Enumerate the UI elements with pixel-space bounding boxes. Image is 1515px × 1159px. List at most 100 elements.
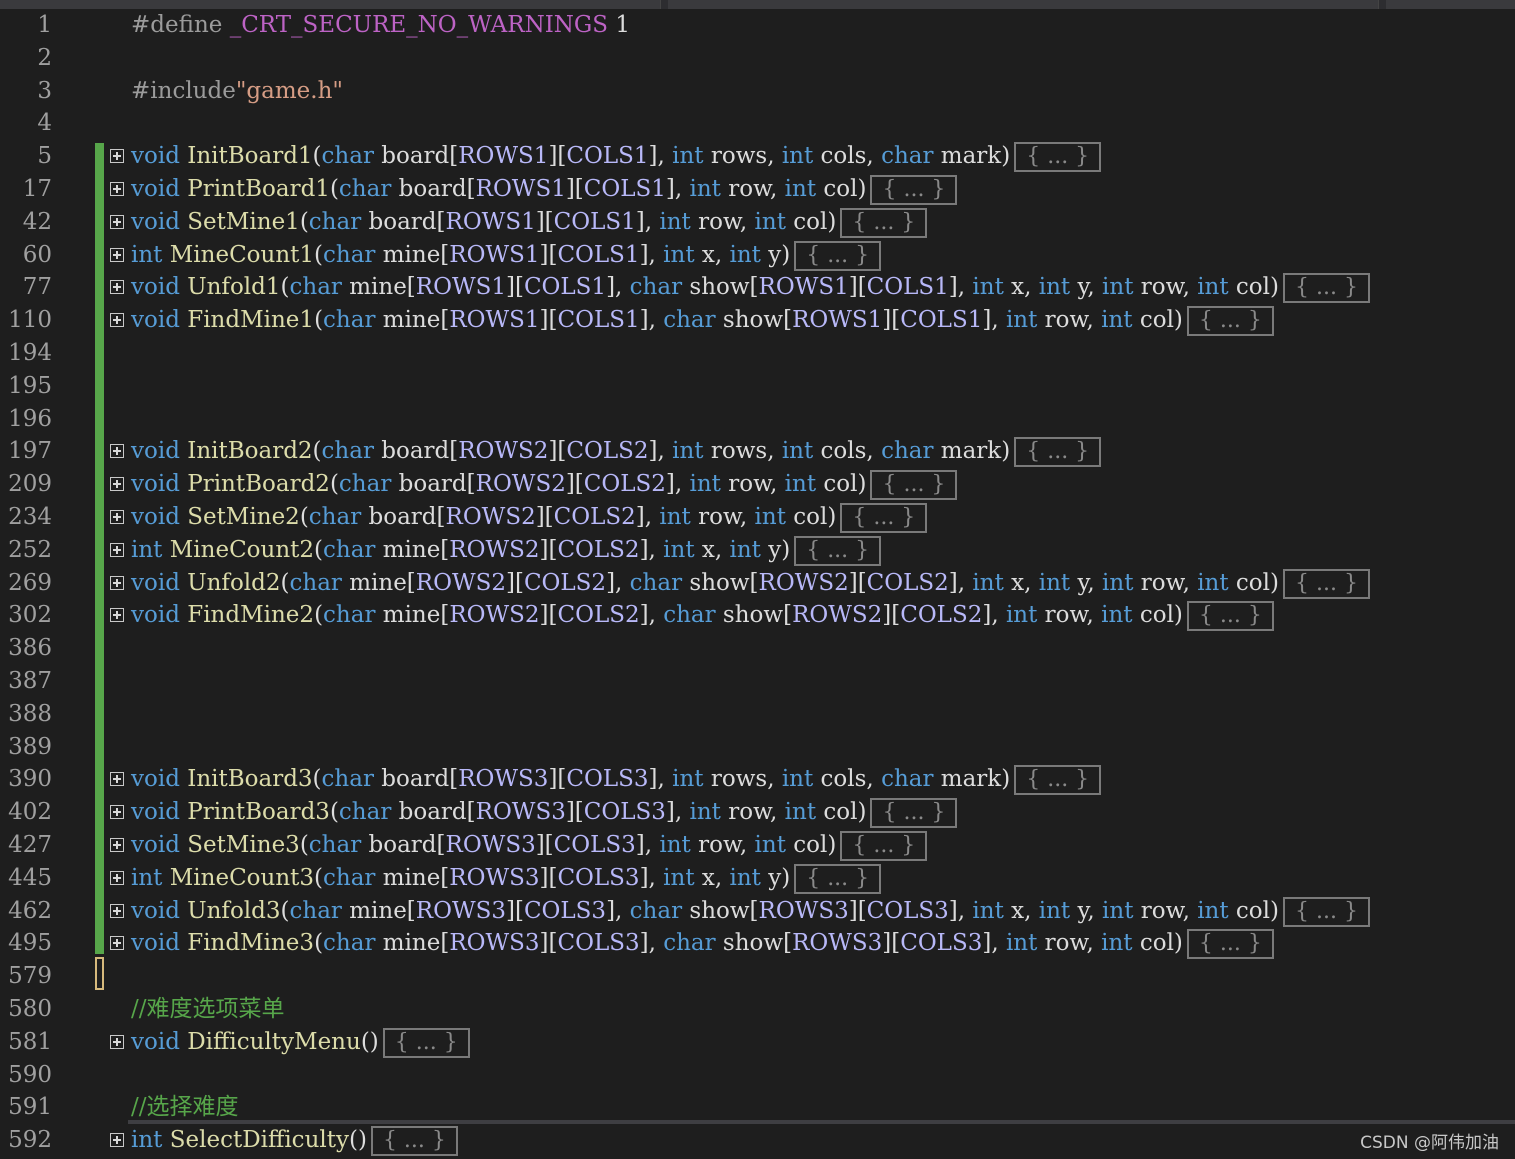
code-text[interactable]: void Unfold3(char mine[ROWS3][COLS3], ch… bbox=[131, 895, 1370, 928]
expand-outline-icon[interactable] bbox=[110, 575, 124, 590]
editor-tab[interactable] bbox=[668, 0, 1379, 9]
code-text[interactable]: void FindMine3(char mine[ROWS3][COLS3], … bbox=[131, 927, 1274, 960]
expand-outline-icon[interactable] bbox=[110, 214, 124, 229]
code-text[interactable]: int MineCount1(char mine[ROWS1][COLS1], … bbox=[131, 239, 882, 272]
collapsed-block[interactable]: { ... } bbox=[870, 798, 958, 829]
code-text[interactable]: void InitBoard1(char board[ROWS1][COLS1]… bbox=[131, 140, 1102, 173]
code-line[interactable]: 427 void SetMine3(char board[ROWS3][COLS3… bbox=[0, 829, 1515, 862]
code-line[interactable]: 402 void PrintBoard3(char board[ROWS3][CO… bbox=[0, 796, 1515, 829]
collapsed-block[interactable]: { ... } bbox=[1186, 306, 1274, 337]
collapsed-block[interactable]: { ... } bbox=[870, 175, 958, 205]
collapsed-block[interactable]: { ... } bbox=[1186, 601, 1274, 632]
expand-outline-icon[interactable] bbox=[110, 247, 124, 262]
code-text[interactable]: void FindMine1(char mine[ROWS1][COLS1], … bbox=[131, 304, 1274, 337]
expand-outline-icon[interactable] bbox=[110, 903, 124, 918]
expand-outline-icon[interactable] bbox=[110, 149, 124, 164]
code-line[interactable]: 77 void Unfold1(char mine[ROWS1][COLS1], … bbox=[0, 271, 1515, 304]
expand-outline-icon[interactable] bbox=[110, 805, 124, 820]
expand-outline-icon[interactable] bbox=[110, 1034, 124, 1049]
collapsed-block[interactable]: { ... } bbox=[1014, 142, 1102, 173]
code-line[interactable]: 209 void PrintBoard2(char board[ROWS2][CO… bbox=[0, 468, 1515, 501]
expand-outline-icon[interactable] bbox=[110, 510, 124, 524]
code-line[interactable]: 590 bbox=[0, 1059, 1515, 1092]
code-line[interactable]: 4 bbox=[0, 107, 1515, 140]
code-line[interactable]: 3 #include"game.h" bbox=[0, 75, 1515, 108]
code-line[interactable]: 580 //难度选项菜单 bbox=[0, 993, 1515, 1026]
code-line[interactable]: 110 void FindMine1(char mine[ROWS1][COLS1… bbox=[0, 304, 1515, 337]
collapsed-block[interactable]: { ... } bbox=[840, 503, 928, 533]
code-line[interactable]: 60 int MineCount1(char mine[ROWS1][COLS1]… bbox=[0, 239, 1515, 272]
code-text[interactable]: void InitBoard2(char board[ROWS2][COLS2]… bbox=[131, 435, 1102, 468]
code-line[interactable]: 592 int SelectDifficulty(){ ... } bbox=[0, 1124, 1515, 1157]
collapsed-block[interactable]: { ... } bbox=[370, 1126, 458, 1157]
expand-outline-icon[interactable] bbox=[110, 313, 124, 328]
horizontal-scrollbar[interactable] bbox=[128, 1120, 1515, 1124]
code-line[interactable]: 197 void InitBoard2(char board[ROWS2][COL… bbox=[0, 435, 1515, 468]
code-line[interactable]: 17 void PrintBoard1(char board[ROWS1][COL… bbox=[0, 173, 1515, 206]
code-line[interactable]: 388 bbox=[0, 698, 1515, 731]
expand-outline-icon[interactable] bbox=[110, 477, 124, 492]
code-line[interactable]: 196 bbox=[0, 403, 1515, 436]
code-text[interactable]: void Unfold1(char mine[ROWS1][COLS1], ch… bbox=[131, 271, 1370, 304]
expand-outline-icon[interactable] bbox=[110, 280, 124, 295]
expand-outline-icon[interactable] bbox=[110, 542, 124, 557]
collapsed-block[interactable]: { ... } bbox=[840, 207, 928, 238]
code-line[interactable]: 445 int MineCount3(char mine[ROWS3][COLS3… bbox=[0, 862, 1515, 895]
code-line[interactable]: 387 bbox=[0, 665, 1515, 698]
code-line[interactable]: 1 #define _CRT_SECURE_NO_WARNINGS 1 bbox=[0, 9, 1515, 42]
collapsed-block[interactable]: { ... } bbox=[1014, 437, 1102, 468]
collapsed-block[interactable]: { ... } bbox=[1014, 765, 1102, 796]
code-text[interactable]: void SetMine1(char board[ROWS1][COLS1], … bbox=[131, 206, 928, 239]
code-text[interactable]: void DifficultyMenu(){ ... } bbox=[131, 1026, 470, 1059]
code-text[interactable]: void PrintBoard2(char board[ROWS2][COLS2… bbox=[131, 468, 958, 501]
code-text[interactable]: void PrintBoard3(char board[ROWS3][COLS3… bbox=[131, 796, 958, 829]
expand-outline-icon[interactable] bbox=[110, 608, 124, 623]
code-line[interactable]: 2 bbox=[0, 42, 1515, 75]
collapsed-block[interactable]: { ... } bbox=[794, 863, 882, 894]
code-text[interactable]: void SetMine2(char board[ROWS2][COLS2], … bbox=[131, 501, 928, 534]
code-text[interactable]: void SetMine3(char board[ROWS3][COLS3], … bbox=[131, 829, 928, 862]
collapsed-block[interactable]: { ... } bbox=[1282, 568, 1370, 599]
code-text[interactable]: void Unfold2(char mine[ROWS2][COLS2], ch… bbox=[131, 567, 1370, 600]
code-line[interactable]: 269 void Unfold2(char mine[ROWS2][COLS2],… bbox=[0, 567, 1515, 600]
expand-outline-icon[interactable] bbox=[110, 1133, 124, 1148]
code-text[interactable]: #define _CRT_SECURE_NO_WARNINGS 1 bbox=[131, 9, 630, 42]
code-line[interactable]: 42 void SetMine1(char board[ROWS1][COLS1]… bbox=[0, 206, 1515, 239]
code-line[interactable]: 252 int MineCount2(char mine[ROWS2][COLS2… bbox=[0, 534, 1515, 567]
code-line[interactable]: 389 bbox=[0, 731, 1515, 764]
collapsed-block[interactable]: { ... } bbox=[1282, 896, 1370, 927]
collapsed-block[interactable]: { ... } bbox=[1282, 273, 1370, 304]
collapsed-block[interactable]: { ... } bbox=[1186, 929, 1274, 960]
code-text[interactable]: int SelectDifficulty(){ ... } bbox=[131, 1124, 458, 1157]
code-line[interactable]: 386 bbox=[0, 632, 1515, 665]
code-text[interactable]: //难度选项菜单 bbox=[131, 993, 285, 1026]
code-line[interactable]: 5 void InitBoard1(char board[ROWS1][COLS1… bbox=[0, 140, 1515, 173]
expand-outline-icon[interactable] bbox=[110, 936, 124, 951]
editor-tab[interactable] bbox=[1386, 0, 1515, 9]
code-line[interactable]: 581 void DifficultyMenu(){ ... } bbox=[0, 1026, 1515, 1059]
code-line[interactable]: 234 void SetMine2(char board[ROWS2][COLS2… bbox=[0, 501, 1515, 534]
code-line[interactable]: 579 bbox=[0, 960, 1515, 993]
code-line[interactable]: 390 void InitBoard3(char board[ROWS3][COL… bbox=[0, 763, 1515, 796]
expand-outline-icon[interactable] bbox=[110, 444, 124, 459]
expand-outline-icon[interactable] bbox=[110, 772, 124, 787]
code-text[interactable]: int MineCount2(char mine[ROWS2][COLS2], … bbox=[131, 534, 882, 567]
editor-tab[interactable] bbox=[0, 0, 661, 9]
code-text[interactable]: int MineCount3(char mine[ROWS3][COLS3], … bbox=[131, 862, 882, 895]
code-line[interactable]: 195 bbox=[0, 370, 1515, 403]
code-text[interactable]: void InitBoard3(char board[ROWS3][COLS3]… bbox=[131, 763, 1102, 796]
code-line[interactable]: 462 void Unfold3(char mine[ROWS3][COLS3],… bbox=[0, 895, 1515, 928]
collapsed-block[interactable]: { ... } bbox=[794, 240, 882, 271]
code-editor[interactable]: 1 #define _CRT_SECURE_NO_WARNINGS 1 2 3 #inc… bbox=[0, 9, 1515, 1159]
code-text[interactable]: void PrintBoard1(char board[ROWS1][COLS1… bbox=[131, 173, 958, 206]
code-line[interactable]: 302 void FindMine2(char mine[ROWS2][COLS2… bbox=[0, 599, 1515, 632]
code-line[interactable]: 194 bbox=[0, 337, 1515, 370]
code-line[interactable]: 495 void FindMine3(char mine[ROWS3][COLS3… bbox=[0, 927, 1515, 960]
expand-outline-icon[interactable] bbox=[110, 870, 124, 885]
expand-outline-icon[interactable] bbox=[110, 838, 124, 852]
collapsed-block[interactable]: { ... } bbox=[794, 535, 882, 566]
expand-outline-icon[interactable] bbox=[110, 182, 124, 196]
collapsed-block[interactable]: { ... } bbox=[382, 1027, 470, 1058]
collapsed-block[interactable]: { ... } bbox=[840, 831, 928, 861]
collapsed-block[interactable]: { ... } bbox=[870, 470, 958, 501]
